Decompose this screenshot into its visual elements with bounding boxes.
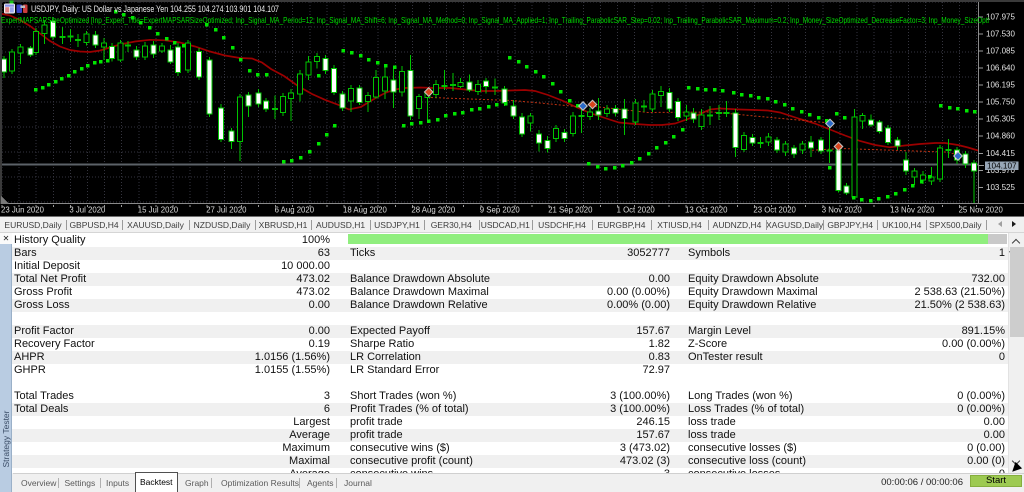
svg-text:ExpertMAPSARSizeOptimized [Inp: ExpertMAPSARSizeOptimized [Inp_Expert_Ti… [1, 15, 989, 25]
svg-text:104.107: 104.107 [987, 161, 1017, 170]
svg-text:106.640: 106.640 [986, 64, 1015, 73]
svg-text:6 Aug 2020: 6 Aug 2020 [275, 206, 315, 215]
svg-text:107.530: 107.530 [986, 30, 1015, 39]
svg-text:105.750: 105.750 [986, 98, 1015, 107]
svg-text:28 Aug 2020: 28 Aug 2020 [411, 206, 455, 215]
svg-text:107.085: 107.085 [986, 47, 1015, 56]
svg-text:25 Nov 2020: 25 Nov 2020 [959, 206, 1004, 215]
svg-text:18 Aug 2020: 18 Aug 2020 [343, 206, 387, 215]
svg-text:3 Nov 2020: 3 Nov 2020 [822, 206, 863, 215]
svg-text:13 Nov 2020: 13 Nov 2020 [890, 206, 935, 215]
svg-text:3 Jul 2020: 3 Jul 2020 [69, 206, 106, 215]
svg-text:104.860: 104.860 [986, 132, 1015, 141]
svg-text:1 Oct 2020: 1 Oct 2020 [617, 206, 656, 215]
svg-text:13 Oct 2020: 13 Oct 2020 [685, 206, 728, 215]
svg-text:105.305: 105.305 [986, 115, 1015, 124]
svg-text:103.525: 103.525 [986, 183, 1015, 192]
svg-text:21 Sep 2020: 21 Sep 2020 [548, 206, 593, 215]
svg-text:106.195: 106.195 [986, 81, 1015, 90]
svg-text:23 Oct 2020: 23 Oct 2020 [753, 206, 796, 215]
svg-text:23 Jun 2020: 23 Jun 2020 [1, 206, 45, 215]
svg-text:104.415: 104.415 [986, 149, 1015, 158]
svg-text:9 Sep 2020: 9 Sep 2020 [480, 206, 521, 215]
svg-text:107.975: 107.975 [986, 13, 1015, 22]
svg-text:15 Jul 2020: 15 Jul 2020 [138, 206, 179, 215]
svg-text:USDJPY, Daily: US Dollar vs J: USDJPY, Daily: US Dollar vs Japanese Yen… [31, 4, 279, 15]
svg-text:27 Jul 2020: 27 Jul 2020 [206, 206, 247, 215]
